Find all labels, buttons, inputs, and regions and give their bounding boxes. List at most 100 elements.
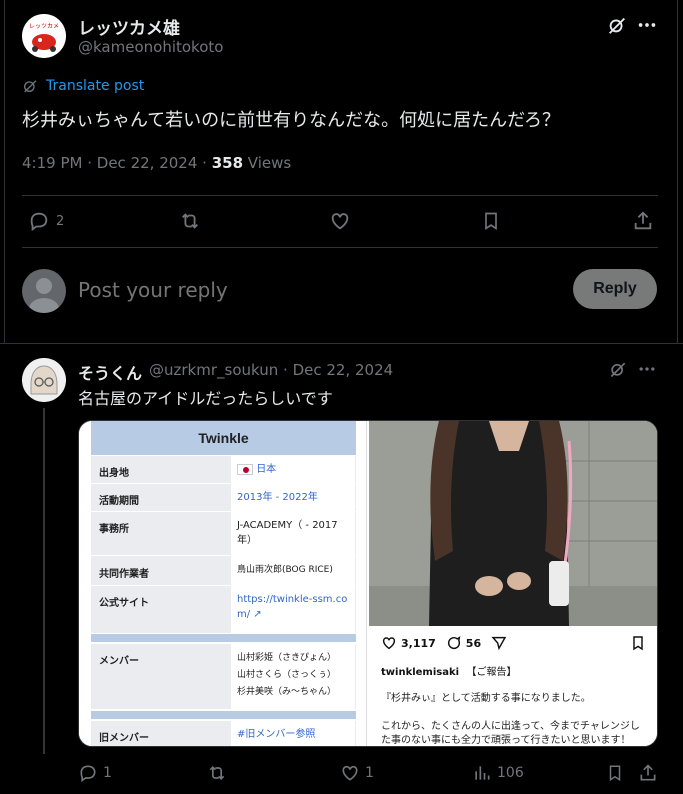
reply-text: 名古屋のアイドルだったらしいです bbox=[78, 389, 333, 408]
avatar-placeholder-icon bbox=[22, 269, 66, 313]
reply-date[interactable]: Dec 22, 2024 bbox=[293, 361, 394, 379]
grok-icon[interactable] bbox=[606, 14, 628, 36]
instagram-tag: 【ご報告】 bbox=[466, 667, 517, 678]
current-user-avatar[interactable] bbox=[22, 269, 66, 313]
wiki-row: 共同作業者 鳥山雨次郎(BOG RICE) bbox=[91, 555, 356, 586]
wiki-value[interactable]: 2013年 - 2022年 bbox=[231, 484, 355, 512]
instagram-caption-line: た事のない事にも全力で頑張って行きたいと思います！ bbox=[381, 735, 631, 746]
wiki-row: 活動期間 2013年 - 2022年 bbox=[91, 483, 356, 512]
wiki-row: メンバー 山村彩姫（さきぴょん） 山村さくら（さっくぅ） 杉井美咲（み～ちゃん） bbox=[91, 643, 356, 710]
translate-label: Translate post bbox=[46, 78, 145, 94]
wiki-row: 出身地 日本 bbox=[91, 455, 356, 484]
repost-button[interactable] bbox=[178, 210, 202, 232]
column-border-right bbox=[677, 0, 678, 344]
bookmark-button[interactable] bbox=[481, 210, 501, 232]
instagram-caption-line: これから、たくさんの人に出逢って、今までチャレンジし bbox=[381, 721, 640, 732]
wiki-label: メンバー bbox=[99, 656, 139, 667]
reply-input[interactable] bbox=[78, 276, 548, 304]
bookmark-icon bbox=[606, 763, 624, 783]
instagram-likes: 3,117 bbox=[401, 636, 436, 650]
views-label: Views bbox=[247, 154, 292, 172]
reply-button[interactable]: 2 bbox=[28, 210, 64, 232]
wiki-title: Twinkle bbox=[91, 421, 356, 455]
post-meta: 4:19 PM · Dec 22, 2024 · 358 Views bbox=[22, 154, 292, 172]
wiki-row: 旧メンバー #旧メンバー参照 bbox=[91, 720, 356, 746]
bookmark-button[interactable] bbox=[606, 763, 624, 783]
thread-line bbox=[43, 408, 45, 754]
reply-icon bbox=[28, 210, 50, 232]
reply-button[interactable]: 1 bbox=[78, 763, 112, 783]
like-button[interactable]: 1 bbox=[340, 763, 374, 783]
views-button[interactable]: 106 bbox=[472, 763, 524, 783]
translate-icon bbox=[22, 78, 38, 94]
wiki-label: 公式サイト bbox=[99, 598, 149, 609]
reply-submit-button[interactable]: Reply bbox=[573, 269, 657, 309]
instagram-actions: 3,117 56 bbox=[381, 635, 507, 651]
translate-post-link[interactable]: Translate post bbox=[22, 78, 144, 94]
share-button[interactable] bbox=[632, 210, 654, 232]
member-name: 杉井美咲（み～ちゃん） bbox=[237, 687, 337, 697]
reply-author-avatar[interactable] bbox=[22, 358, 66, 402]
share-icon bbox=[632, 210, 654, 232]
share-button[interactable] bbox=[638, 763, 658, 783]
wiki-value: #旧メンバー参照 bbox=[231, 721, 355, 746]
wiki-value: 日本 bbox=[231, 456, 355, 484]
column-border-left bbox=[4, 0, 5, 344]
divider bbox=[22, 247, 658, 248]
reply-author-meta: @uzrkmr_soukun · Dec 22, 2024 bbox=[149, 361, 394, 379]
member-name: 山村彩姫（さきぴょん） bbox=[237, 653, 337, 663]
reply-count: 2 bbox=[56, 213, 65, 229]
author-avatar[interactable]: レッツカメ bbox=[22, 14, 66, 58]
reply-author-name[interactable]: そうくん bbox=[78, 360, 142, 384]
more-icon[interactable] bbox=[636, 14, 658, 36]
send-icon bbox=[491, 635, 507, 651]
like-count: 1 bbox=[365, 765, 374, 781]
views-icon bbox=[472, 763, 492, 783]
external-link-icon: ↗ bbox=[250, 609, 262, 620]
repost-icon bbox=[206, 763, 228, 783]
repost-button[interactable] bbox=[206, 763, 228, 783]
reply-author-handle[interactable]: @uzrkmr_soukun bbox=[149, 361, 278, 379]
like-icon bbox=[340, 763, 360, 783]
more-icon[interactable] bbox=[637, 359, 657, 379]
divider bbox=[22, 195, 658, 196]
repost-icon bbox=[178, 210, 202, 232]
svg-text:レッツカメ: レッツカメ bbox=[29, 23, 59, 30]
like-button[interactable] bbox=[329, 210, 351, 232]
author-display-name[interactable]: レッツカメ雄 bbox=[78, 14, 180, 39]
bookmark-icon bbox=[630, 635, 646, 651]
wiki-label: 出身地 bbox=[99, 468, 129, 479]
wiki-value: J-ACADEMY（ - 2017年） bbox=[231, 512, 355, 556]
share-icon bbox=[638, 763, 658, 783]
wiki-label: 共同作業者 bbox=[99, 569, 149, 580]
grok-icon[interactable] bbox=[608, 359, 628, 379]
wiki-section-bar bbox=[91, 634, 356, 642]
wiki-label: 活動期間 bbox=[99, 496, 139, 507]
wiki-infobox-image[interactable]: Twinkle 出身地 日本 活動期間 2013年 - 2022年 事務所 J-… bbox=[79, 421, 367, 746]
former-members-link[interactable]: #旧メンバー参照 bbox=[237, 729, 315, 740]
instagram-caption-line: 『杉井みぃ』として活動する事になりました。 bbox=[381, 693, 591, 704]
member-name: 山村さくら（さっくぅ） bbox=[237, 670, 337, 680]
japan-flag-icon bbox=[237, 463, 253, 475]
post-time[interactable]: 4:19 PM bbox=[22, 154, 82, 172]
author-handle[interactable]: @kameonohitokoto bbox=[78, 38, 223, 56]
wiki-label: 旧メンバー bbox=[99, 733, 149, 744]
wiki-value: 山村彩姫（さきぴょん） 山村さくら（さっくぅ） 杉井美咲（み～ちゃん） bbox=[231, 644, 355, 710]
wiki-row: 事務所 J-ACADEMY（ - 2017年） bbox=[91, 511, 356, 556]
instagram-caption-header: twinklemisaki 【ご報告】 bbox=[381, 663, 517, 678]
comment-icon bbox=[446, 635, 462, 651]
reply-icon bbox=[78, 763, 98, 783]
wiki-value[interactable]: https://twinkle-ssm.com/ ↗ bbox=[231, 586, 355, 634]
bookmark-icon bbox=[481, 210, 501, 232]
post-text: 杉井みぃちゃんて若いのに前世有りなんだな。何処に居たんだろ？ bbox=[22, 110, 561, 131]
wiki-row: 公式サイト https://twinkle-ssm.com/ ↗ bbox=[91, 585, 356, 634]
divider bbox=[0, 343, 683, 344]
instagram-comments: 56 bbox=[465, 636, 482, 650]
instagram-post-image[interactable]: 3,117 56 twinklemisaki 【ご報告】 『杉井みぃ』として活動… bbox=[369, 421, 657, 746]
views-count: 358 bbox=[211, 154, 244, 172]
instagram-photo bbox=[369, 421, 657, 626]
reply-count: 1 bbox=[103, 765, 112, 781]
reply-media[interactable]: Twinkle 出身地 日本 活動期間 2013年 - 2022年 事務所 J-… bbox=[78, 420, 658, 747]
post-date[interactable]: Dec 22, 2024 bbox=[97, 154, 198, 172]
like-icon bbox=[381, 635, 397, 651]
